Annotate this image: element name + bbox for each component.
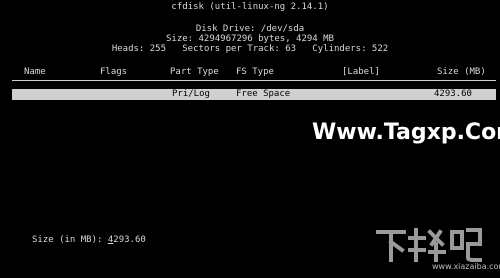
app-title: cfdisk (util-linux-ng 2.14.1) — [171, 2, 329, 12]
table-row-selected[interactable]: Pri/Log Free Space 4293.60 — [12, 89, 496, 100]
column-header-part-type: Part Type — [170, 67, 219, 77]
logo-url: www.xiazaiba.com — [432, 262, 500, 271]
row-part-type: Pri/Log — [172, 89, 210, 99]
column-header-flags: Flags — [100, 67, 128, 77]
disk-geometry-line: Heads: 255 Sectors per Track: 63 Cylinde… — [111, 44, 389, 54]
column-header-label: [Label] — [342, 67, 380, 77]
size-input-prompt[interactable]: Size (in MB): 4293.60 — [32, 235, 146, 246]
column-header-fs-type: FS Type — [236, 67, 274, 77]
row-size: 4293.60 — [434, 89, 472, 99]
xiazaiba-logo — [376, 228, 482, 262]
watermark-text: Www.Tagxp.Com — [312, 120, 500, 145]
column-header-name: Name — [24, 67, 46, 77]
column-header-size: Size (MB) — [437, 67, 486, 77]
header-divider — [12, 80, 496, 81]
size-input-label: Size (in MB): — [32, 235, 108, 245]
row-fs-type: Free Space — [236, 89, 291, 99]
size-input-value: 293.60 — [113, 235, 146, 245]
